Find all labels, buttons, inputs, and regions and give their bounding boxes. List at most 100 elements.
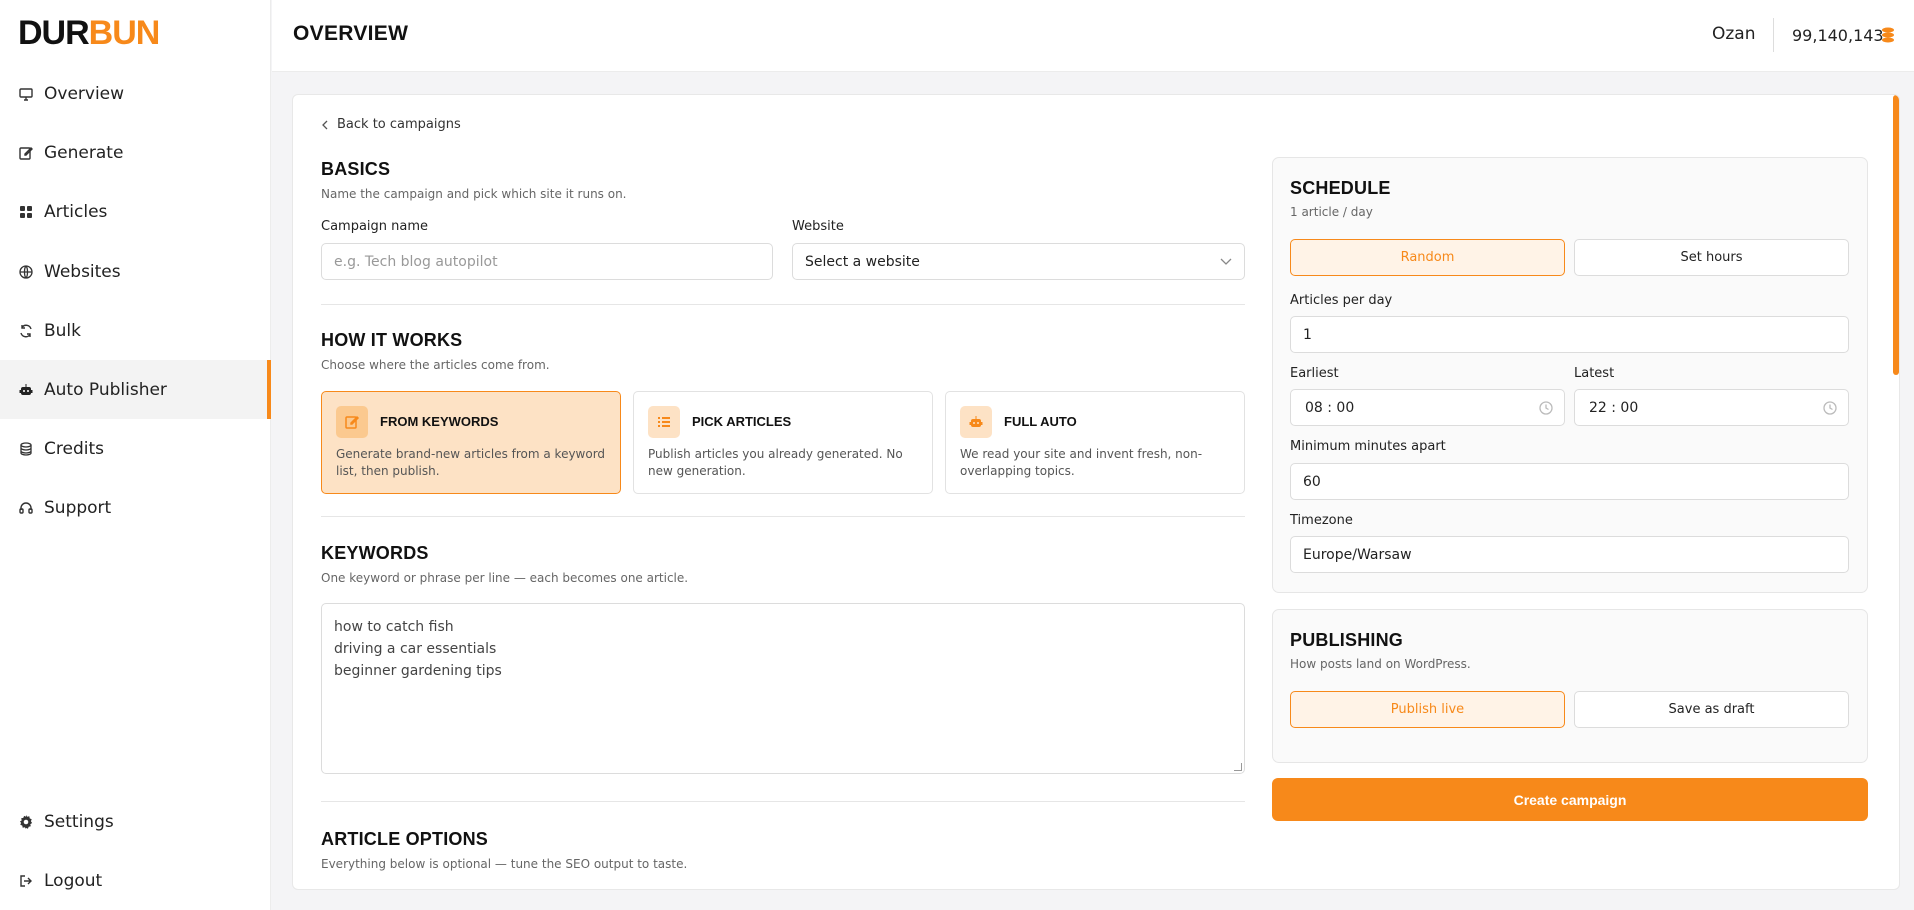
schedule-random-button[interactable]: Random bbox=[1290, 239, 1565, 276]
top-header: OVERVIEW Ozan 99,140,143 bbox=[272, 0, 1914, 72]
latest-label: Latest bbox=[1574, 366, 1615, 381]
sidebar-item-label: Bulk bbox=[44, 320, 82, 341]
sidebar-item-generate[interactable]: Generate bbox=[0, 123, 271, 182]
mode-title: PICK ARTICLES bbox=[692, 414, 792, 429]
sidebar-item-label: Credits bbox=[44, 438, 104, 459]
timezone-input[interactable]: Europe/Warsaw bbox=[1290, 536, 1849, 573]
keyword-line: how to catch fish bbox=[334, 619, 454, 635]
sidebar-item-bulk[interactable]: Bulk bbox=[0, 301, 271, 360]
publishing-title: PUBLISHING bbox=[1290, 630, 1404, 650]
earliest-label: Earliest bbox=[1290, 366, 1339, 381]
mode-full-auto[interactable]: FULL AUTO We read your site and invent f… bbox=[945, 391, 1245, 494]
schedule-set-hours-button[interactable]: Set hours bbox=[1574, 239, 1849, 276]
keyword-line: beginner gardening tips bbox=[334, 663, 502, 679]
website-label: Website bbox=[792, 219, 844, 234]
resize-handle[interactable] bbox=[1234, 763, 1242, 771]
campaign-name-input[interactable]: e.g. Tech blog autopilot bbox=[321, 243, 773, 280]
sidebar-item-articles[interactable]: Articles bbox=[0, 182, 271, 241]
sidebar-item-overview[interactable]: Overview bbox=[0, 64, 271, 123]
sidebar-item-label: Settings bbox=[44, 811, 114, 832]
minimum-minutes-input[interactable]: 60 bbox=[1290, 463, 1849, 500]
mode-title: FULL AUTO bbox=[1004, 414, 1077, 429]
sidebar-item-label: Generate bbox=[44, 142, 124, 163]
clock-icon bbox=[1823, 401, 1837, 415]
sidebar-item-settings[interactable]: Settings bbox=[0, 792, 271, 851]
coins-icon bbox=[1882, 27, 1894, 43]
how-it-works-title: HOW IT WORKS bbox=[321, 330, 463, 350]
schedule-title: SCHEDULE bbox=[1290, 178, 1391, 198]
campaign-form-card: Back to campaigns BASICS Name the campai… bbox=[292, 94, 1900, 890]
sidebar-item-support[interactable]: Support bbox=[0, 478, 271, 537]
mode-from-keywords[interactable]: FROM KEYWORDS Generate brand-new article… bbox=[321, 391, 621, 494]
user-name[interactable]: Ozan bbox=[1712, 24, 1756, 44]
logout-icon bbox=[18, 873, 34, 889]
sidebar-item-label: Support bbox=[44, 497, 112, 518]
page-title: OVERVIEW bbox=[293, 22, 409, 45]
keywords-textarea[interactable]: how to catch fish driving a car essentia… bbox=[321, 603, 1245, 774]
brand-logo-part1: DUR bbox=[18, 14, 90, 52]
schedule-panel: SCHEDULE 1 article / day Random Set hour… bbox=[1272, 157, 1868, 593]
clock-icon bbox=[1539, 401, 1553, 415]
mode-description: We read your site and invent fresh, non-… bbox=[960, 447, 1203, 478]
sidebar-item-label: Logout bbox=[44, 870, 103, 891]
chevron-down-icon bbox=[1220, 258, 1232, 265]
sidebar-item-label: Auto Publisher bbox=[44, 379, 167, 400]
refresh-icon bbox=[18, 323, 34, 339]
edit-icon bbox=[18, 145, 34, 161]
latest-time-input[interactable]: 22 : 00 bbox=[1574, 389, 1849, 426]
sidebar-item-logout[interactable]: Logout bbox=[0, 851, 271, 910]
sidebar-item-websites[interactable]: Websites bbox=[0, 242, 271, 301]
sidebar-item-credits[interactable]: Credits bbox=[0, 419, 271, 478]
save-as-draft-button[interactable]: Save as draft bbox=[1574, 691, 1849, 728]
basics-title: BASICS bbox=[321, 159, 391, 179]
article-options-title: ARTICLE OPTIONS bbox=[321, 829, 489, 849]
how-it-works-subtitle: Choose where the articles come from. bbox=[321, 358, 550, 372]
robot-icon bbox=[960, 406, 992, 438]
sidebar-item-label: Overview bbox=[44, 83, 125, 104]
latest-time-value: 22 : 00 bbox=[1589, 399, 1639, 416]
mode-pick-articles[interactable]: PICK ARTICLES Publish articles you alrea… bbox=[633, 391, 933, 494]
earliest-time-value: 08 : 00 bbox=[1305, 399, 1355, 416]
sidebar-item-label: Websites bbox=[44, 261, 121, 282]
articles-per-day-label: Articles per day bbox=[1290, 293, 1393, 308]
robot-icon bbox=[18, 382, 34, 398]
publishing-panel: PUBLISHING How posts land on WordPress. … bbox=[1272, 609, 1868, 763]
back-label: Back to campaigns bbox=[337, 117, 461, 132]
keywords-title: KEYWORDS bbox=[321, 543, 429, 563]
brand-logo-part2: BUN bbox=[88, 14, 161, 52]
headset-icon bbox=[18, 500, 34, 516]
sidebar-item-label: Articles bbox=[44, 201, 108, 222]
publishing-subtitle: How posts land on WordPress. bbox=[1290, 657, 1471, 671]
back-to-campaigns-link[interactable]: Back to campaigns bbox=[321, 117, 461, 132]
create-campaign-button[interactable]: Create campaign bbox=[1272, 778, 1868, 821]
sidebar: DURBUN Overview Generate Articles Websit… bbox=[0, 0, 271, 910]
grid-icon bbox=[18, 204, 34, 220]
publish-live-button[interactable]: Publish live bbox=[1290, 691, 1565, 728]
article-options-subtitle: Everything below is optional — tune the … bbox=[321, 857, 688, 871]
list-icon bbox=[648, 406, 680, 438]
divider bbox=[321, 304, 1245, 305]
keywords-subtitle: One keyword or phrase per line — each be… bbox=[321, 571, 689, 585]
coins-icon bbox=[18, 441, 34, 457]
edit-icon bbox=[336, 406, 368, 438]
website-select-value: Select a website bbox=[805, 253, 920, 270]
brand-logo[interactable]: DURBUN bbox=[18, 14, 161, 52]
credit-balance: 99,140,143 bbox=[1792, 26, 1884, 45]
sidebar-item-auto-publisher[interactable]: Auto Publisher bbox=[0, 360, 271, 419]
divider bbox=[321, 516, 1245, 517]
keyword-line: driving a car essentials bbox=[334, 641, 497, 657]
divider bbox=[321, 801, 1245, 802]
articles-per-day-input[interactable]: 1 bbox=[1290, 316, 1849, 353]
website-select[interactable]: Select a website bbox=[792, 243, 1245, 280]
scrollbar[interactable] bbox=[1893, 95, 1899, 375]
schedule-subtitle: 1 article / day bbox=[1290, 205, 1373, 219]
minimum-minutes-label: Minimum minutes apart bbox=[1290, 439, 1446, 454]
earliest-time-input[interactable]: 08 : 00 bbox=[1290, 389, 1565, 426]
monitor-icon bbox=[18, 86, 34, 102]
timezone-label: Timezone bbox=[1290, 513, 1353, 528]
chevron-left-icon bbox=[322, 120, 328, 129]
header-divider bbox=[1773, 18, 1774, 52]
mode-description: Generate brand-new articles from a keywo… bbox=[336, 447, 606, 478]
campaign-name-label: Campaign name bbox=[321, 219, 429, 234]
basics-subtitle: Name the campaign and pick which site it… bbox=[321, 187, 627, 201]
